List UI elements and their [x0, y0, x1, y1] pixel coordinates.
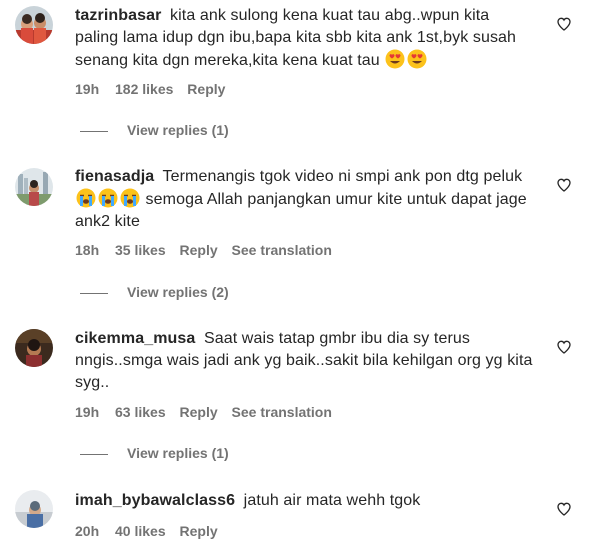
- heart-outline-icon[interactable]: [556, 16, 572, 32]
- comment-time[interactable]: 18h: [75, 242, 99, 258]
- avatar[interactable]: [15, 168, 53, 206]
- reply-button[interactable]: Reply: [180, 242, 218, 258]
- avatar[interactable]: [15, 490, 53, 528]
- comment-likes[interactable]: 63 likes: [115, 404, 166, 420]
- crying-emoji: [120, 188, 140, 208]
- comment-time[interactable]: 19h: [75, 81, 99, 97]
- comment-username[interactable]: fienasadja: [75, 168, 154, 185]
- avatar[interactable]: [15, 329, 53, 367]
- replies-divider: [80, 453, 108, 455]
- comment-time[interactable]: 19h: [75, 404, 99, 420]
- avatar[interactable]: [15, 6, 53, 44]
- view-replies-button[interactable]: View replies (1): [80, 122, 229, 138]
- comment-likes[interactable]: 35 likes: [115, 242, 166, 258]
- heart-eyes-emoji: [407, 49, 427, 69]
- comment-time[interactable]: 20h: [75, 523, 99, 539]
- comment-text: imah_bybawalclass6 jatuh air mata wehh t…: [75, 490, 535, 512]
- view-replies-button[interactable]: View replies (2): [80, 284, 229, 300]
- heart-outline-icon[interactable]: [556, 501, 572, 517]
- replies-divider: [80, 130, 108, 132]
- comment-meta: 19h 182 likes Reply: [75, 81, 235, 97]
- replies-divider: [80, 292, 108, 294]
- heart-outline-icon[interactable]: [556, 339, 572, 355]
- comment-likes[interactable]: 182 likes: [115, 81, 173, 97]
- comment-meta: 18h 35 likes Reply See translation: [75, 242, 342, 258]
- comment-body: Termenangis tgok video ni smpi ank pon d…: [162, 168, 523, 185]
- comment-username[interactable]: cikemma_musa: [75, 330, 195, 347]
- view-replies-button[interactable]: View replies (1): [80, 445, 229, 461]
- comment-likes[interactable]: 40 likes: [115, 523, 166, 539]
- view-replies-label: View replies (2): [127, 284, 229, 300]
- comment-text: cikemma_musa Saat wais tatap gmbr ibu di…: [75, 328, 535, 394]
- view-replies-label: View replies (1): [127, 122, 229, 138]
- reply-button[interactable]: Reply: [180, 404, 218, 420]
- heart-outline-icon[interactable]: [556, 177, 572, 193]
- see-translation-button[interactable]: See translation: [232, 242, 332, 258]
- comment-meta: 19h 63 likes Reply See translation: [75, 404, 342, 420]
- crying-emoji: [98, 188, 118, 208]
- comment-text: fienasadja Termenangis tgok video ni smp…: [75, 166, 535, 233]
- comment-username[interactable]: imah_bybawalclass6: [75, 492, 235, 509]
- see-translation-button[interactable]: See translation: [232, 404, 332, 420]
- comment-body-continued: semoga Allah panjangkan umur kite untuk …: [75, 191, 527, 230]
- comment-text: tazrinbasar kita ank sulong kena kuat ta…: [75, 5, 535, 72]
- reply-button[interactable]: Reply: [187, 81, 225, 97]
- heart-eyes-emoji: [385, 49, 405, 69]
- comment-meta: 20h 40 likes Reply: [75, 523, 228, 539]
- crying-emoji: [76, 188, 96, 208]
- view-replies-label: View replies (1): [127, 445, 229, 461]
- comment-body: jatuh air mata wehh tgok: [243, 492, 421, 509]
- comment-username[interactable]: tazrinbasar: [75, 7, 161, 24]
- reply-button[interactable]: Reply: [180, 523, 218, 539]
